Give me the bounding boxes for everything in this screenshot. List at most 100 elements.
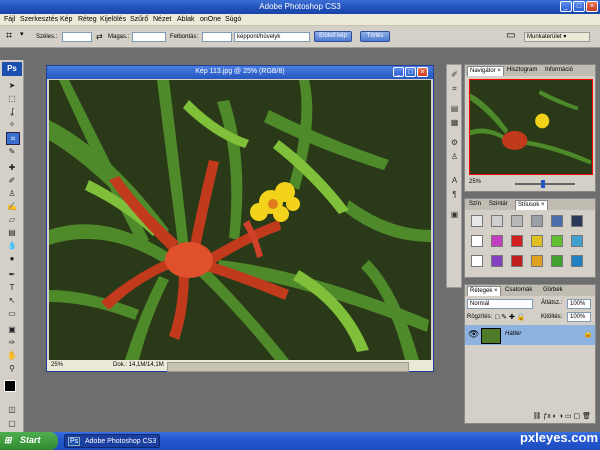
palette-well-icon[interactable]: ▭ <box>506 30 515 41</box>
style-swatch[interactable] <box>571 215 583 227</box>
menu-filter[interactable]: Szűrő <box>130 16 148 23</box>
style-swatch[interactable] <box>471 235 483 247</box>
gradient-tool-icon[interactable]: ▤ <box>6 227 18 238</box>
menu-image[interactable]: Kép <box>60 16 72 23</box>
eraser-tool-icon[interactable]: ▱ <box>6 214 18 225</box>
fill-input[interactable]: 100% <box>567 312 591 322</box>
tool-preset-dropdown-icon[interactable]: ▾ <box>20 30 24 38</box>
maximize-button[interactable]: □ <box>573 1 585 12</box>
style-swatch[interactable] <box>471 215 483 227</box>
actions-panel-icon[interactable]: ⚙ <box>449 137 460 148</box>
front-image-button[interactable]: Elülső kép <box>314 31 352 42</box>
crop-tool-icon-active[interactable]: ⌗ <box>6 132 20 145</box>
brushes-panel-icon[interactable]: ✐ <box>449 69 460 80</box>
tab-channels[interactable]: Csatornák <box>503 286 534 296</box>
menu-view[interactable]: Nézet <box>153 16 171 23</box>
move-tool-icon[interactable]: ➤ <box>6 80 18 91</box>
resolution-input[interactable] <box>202 32 232 42</box>
tab-layers[interactable]: Rétegek × <box>467 286 501 296</box>
quick-mask-icon[interactable]: ◫ <box>6 404 18 415</box>
notes-tool-icon[interactable]: ▣ <box>6 324 18 335</box>
pen-tool-icon[interactable]: ✒ <box>6 269 18 280</box>
marquee-tool-icon[interactable]: ⬚ <box>6 93 18 104</box>
blend-mode-select[interactable]: Normál <box>467 299 533 309</box>
style-swatch[interactable] <box>491 255 503 267</box>
tool-presets-icon[interactable]: ⌗ <box>449 83 460 94</box>
shape-tool-icon[interactable]: ▭ <box>6 308 18 319</box>
screen-mode-icon[interactable]: ▢ <box>6 418 18 429</box>
resolution-unit-select[interactable]: képpont/hüvelyk <box>234 32 310 42</box>
clear-button[interactable]: Törlés <box>360 31 390 42</box>
clone-stamp-icon[interactable]: ♙ <box>6 188 18 199</box>
style-swatch[interactable] <box>531 235 543 247</box>
paragraph-panel-icon[interactable]: ¶ <box>449 189 460 200</box>
zoom-level[interactable]: 25% <box>51 362 63 368</box>
info-panel-icon[interactable]: ▣ <box>449 209 460 220</box>
horizontal-scrollbar[interactable] <box>167 362 409 372</box>
swap-dimensions-icon[interactable]: ⇄ <box>96 32 103 41</box>
character-panel-icon[interactable]: A <box>449 175 460 186</box>
menu-help[interactable]: Súgó <box>225 16 241 23</box>
lasso-tool-icon[interactable]: ʆ <box>6 106 18 117</box>
tab-styles[interactable]: Stílusok × <box>515 200 548 210</box>
slice-tool-icon[interactable]: ✎ <box>6 146 18 157</box>
menu-file[interactable]: Fájl <box>4 16 15 23</box>
zoom-tool-icon[interactable]: ⚲ <box>6 363 18 374</box>
tab-histogram[interactable]: Hisztogram <box>505 66 539 76</box>
dodge-tool-icon[interactable]: ● <box>6 253 18 264</box>
minimize-button[interactable]: _ <box>560 1 572 12</box>
blur-tool-icon[interactable]: 💧 <box>6 240 18 251</box>
style-swatch[interactable] <box>551 255 563 267</box>
crop-tool-icon[interactable]: ⌗ <box>6 30 12 43</box>
style-swatch[interactable] <box>491 215 503 227</box>
style-swatch[interactable] <box>571 255 583 267</box>
style-swatch[interactable] <box>551 235 563 247</box>
menu-select[interactable]: Kijelölés <box>100 16 126 23</box>
tab-curves[interactable]: Görbék <box>541 286 565 296</box>
layer-actions-bar[interactable]: ⛓ ƒx ◐ ◑ ▭ ▢ 🗑 <box>465 411 595 423</box>
foreground-color-swatch[interactable] <box>4 380 16 392</box>
style-swatch[interactable] <box>571 235 583 247</box>
menu-window[interactable]: Ablak <box>177 16 195 23</box>
start-button[interactable]: ⊞ Start <box>0 432 58 450</box>
healing-brush-icon[interactable]: ✚ <box>6 162 18 173</box>
menu-onone[interactable]: onOne <box>200 16 221 23</box>
style-swatch[interactable] <box>531 215 543 227</box>
navigator-zoom-slider[interactable] <box>515 183 575 185</box>
image-canvas[interactable] <box>49 80 431 360</box>
navigator-zoom[interactable]: 25% <box>469 179 481 185</box>
doc-maximize-button[interactable]: □ <box>405 67 416 77</box>
tab-swatches[interactable]: Szintár <box>487 200 510 210</box>
document-info[interactable]: Dok.: 14,1M/14,1M <box>113 362 164 368</box>
layer-row-background[interactable]: 👁 Háttér 🔒 <box>465 325 595 345</box>
opacity-input[interactable]: 100% <box>567 299 591 309</box>
clone-source-icon[interactable]: ♙ <box>449 151 460 162</box>
tab-info[interactable]: Információ <box>543 66 575 76</box>
height-input[interactable] <box>132 32 166 42</box>
navigator-preview[interactable] <box>469 79 593 175</box>
doc-minimize-button[interactable]: _ <box>393 67 404 77</box>
path-selection-icon[interactable]: ↖ <box>6 295 18 306</box>
style-swatch[interactable] <box>471 255 483 267</box>
style-swatch[interactable] <box>511 215 523 227</box>
workspace-dropdown[interactable]: Munkaterület ▾ <box>524 32 590 42</box>
doc-close-button[interactable]: × <box>417 67 428 77</box>
layer-comps-icon[interactable]: ▤ <box>449 103 460 114</box>
history-brush-icon[interactable]: ✍ <box>6 201 18 212</box>
close-button[interactable]: × <box>586 1 598 12</box>
brush-tool-icon[interactable]: ✐ <box>6 175 18 186</box>
style-swatch[interactable] <box>551 215 563 227</box>
style-swatch[interactable] <box>511 235 523 247</box>
type-tool-icon[interactable]: T <box>6 282 18 293</box>
tab-navigator[interactable]: Navigátor × <box>467 66 504 76</box>
style-swatch[interactable] <box>511 255 523 267</box>
menu-edit[interactable]: Szerkesztés <box>20 16 58 23</box>
navigator-slider-thumb[interactable] <box>541 180 545 188</box>
tab-color[interactable]: Szín <box>467 200 483 210</box>
taskbar-item-photoshop[interactable]: Ps Adobe Photoshop CS3 <box>64 434 160 448</box>
hand-tool-icon[interactable]: ✋ <box>6 350 18 361</box>
history-panel-icon[interactable]: ▦ <box>449 117 460 128</box>
lock-icons[interactable]: □ ✎ ✚ 🔒 <box>495 313 526 321</box>
eyedropper-tool-icon[interactable]: ✑ <box>6 337 18 348</box>
width-input[interactable] <box>62 32 92 42</box>
